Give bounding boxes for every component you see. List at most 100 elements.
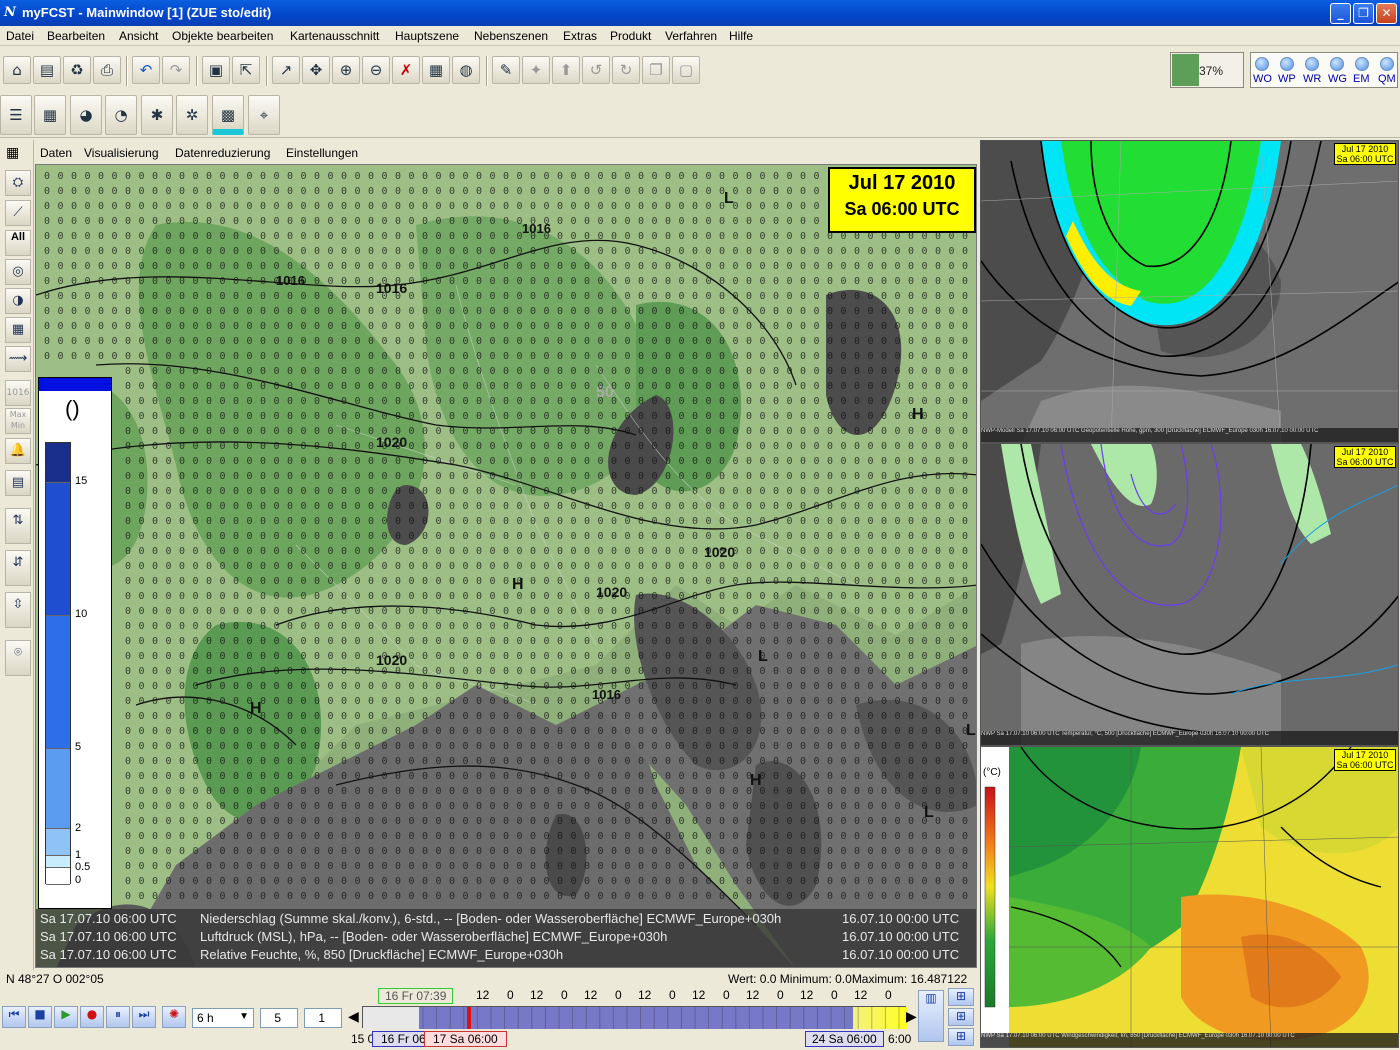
obs-field-icon[interactable]: ✱	[141, 95, 173, 135]
layout-3-icon[interactable]: ⊞	[948, 1028, 974, 1046]
layout-2-icon[interactable]: ⊞	[948, 1008, 974, 1026]
step-select[interactable]: 6 h ▼	[192, 1008, 254, 1028]
menu-nebenszenen[interactable]: Nebenszenen	[474, 29, 548, 43]
grid-point-value: 0	[193, 756, 199, 767]
first-frame-icon[interactable]: ⏮	[2, 1006, 26, 1028]
precip-field-icon[interactable]: ◕	[70, 95, 102, 135]
monitor-icon[interactable]: ▣	[202, 56, 230, 84]
recycle-icon[interactable]: ♻	[63, 56, 91, 84]
max-min-button[interactable]: Max Min	[5, 408, 31, 434]
copy-icon[interactable]: ❐	[642, 56, 670, 84]
menu-ansicht[interactable]: Ansicht	[119, 29, 158, 43]
submenu-daten[interactable]: Daten	[40, 146, 72, 160]
pause-icon[interactable]: ⏸	[106, 1006, 130, 1028]
open-icon[interactable]: ▤	[33, 56, 61, 84]
export-icon[interactable]: ⇱	[232, 56, 260, 84]
data-tool-icon[interactable]: ⛭	[5, 170, 31, 196]
menu-produkt[interactable]: Produkt	[610, 29, 651, 43]
undo-icon[interactable]: ↶	[132, 56, 160, 84]
menu-datei[interactable]: Datei	[6, 29, 34, 43]
menu-hilfe[interactable]: Hilfe	[729, 29, 753, 43]
locate-icon[interactable]: ⌾	[5, 640, 31, 676]
close-button[interactable]: ✕	[1376, 3, 1397, 24]
grid-point-value: 0	[152, 516, 158, 527]
indicator-wo-icon[interactable]	[1255, 57, 1269, 71]
active-field-icon[interactable]: ▩	[212, 95, 244, 135]
pan-icon[interactable]: ✥	[302, 56, 330, 84]
grid-point-value: 0	[193, 231, 199, 242]
pointer-icon[interactable]: ↗	[272, 56, 300, 84]
grid-point-value: 0	[125, 381, 131, 392]
indicator-em-icon[interactable]	[1355, 57, 1369, 71]
grid-point-value: 0	[490, 576, 496, 587]
grid-point-value: 0	[571, 651, 577, 662]
ruler-icon[interactable]: ⟋	[5, 200, 31, 226]
zoom-out-icon[interactable]: ⊖	[362, 56, 390, 84]
globe-km-icon[interactable]: ◍	[452, 56, 480, 84]
print-icon[interactable]: ⎙	[93, 56, 121, 84]
indicator-wg-icon[interactable]	[1330, 57, 1344, 71]
chart-icon[interactable]: ▤	[5, 470, 31, 496]
scroll-right-icon[interactable]: ▶	[906, 1008, 917, 1025]
stop-icon[interactable]: ■	[28, 1006, 52, 1028]
last-frame-icon[interactable]: ⏭	[132, 1006, 156, 1028]
zoom-in-icon[interactable]: ⊕	[332, 56, 360, 84]
spin-input-2[interactable]: 1	[304, 1008, 342, 1028]
record-icon[interactable]: ●	[80, 1006, 104, 1028]
maximize-button[interactable]: ❐	[1353, 3, 1374, 24]
no-zoom-icon[interactable]: ✗	[392, 56, 420, 84]
indicator-qm-icon[interactable]	[1380, 57, 1394, 71]
move-up-icon[interactable]: ⬆	[552, 56, 580, 84]
menu-objekte-bearbeiten[interactable]: Objekte bearbeiten	[172, 29, 273, 43]
menu-verfahren[interactable]: Verfahren	[665, 29, 717, 43]
map-section-icon[interactable]: ▦	[422, 56, 450, 84]
side-map-temperature[interactable]: Jul 17 2010 Sa 06:00 UTC NWP Sa 17.07.10…	[980, 443, 1399, 746]
main-map[interactable]: 1016 1016 1020 1020 1020 1020 1016 1016 50 L H H H L H…	[35, 164, 977, 968]
menu-kartenausschnitt[interactable]: Kartenausschnitt	[290, 29, 379, 43]
map-canvas[interactable]: 1016101610201020102010201016101650LHHHLH…	[36, 165, 977, 968]
wind-field-icon[interactable]: ✲	[176, 95, 208, 135]
grid-point-value: 0	[652, 261, 658, 272]
animation-icon[interactable]: ⇅	[5, 508, 31, 544]
menu-extras[interactable]: Extras	[563, 29, 597, 43]
rotate-right-icon[interactable]: ↻	[612, 56, 640, 84]
submenu-einstellungen[interactable]: Einstellungen	[286, 146, 358, 160]
home-icon[interactable]: ⌂	[3, 56, 31, 84]
settings-gear-icon[interactable]: ✺	[162, 1006, 186, 1028]
menu-bearbeiten[interactable]: Bearbeiten	[47, 29, 105, 43]
frame-list-icon[interactable]: ▥	[918, 990, 944, 1042]
grid-points-icon[interactable]: ▦	[5, 317, 31, 343]
indicator-wp-icon[interactable]	[1280, 57, 1294, 71]
wind-barb-icon[interactable]: ⟿	[5, 346, 31, 372]
rotate-left-icon[interactable]: ↺	[582, 56, 610, 84]
layers-icon[interactable]: ☰	[0, 95, 32, 135]
step-icon[interactable]: ⇵	[5, 550, 31, 586]
scroll-left-icon[interactable]: ◀	[348, 1008, 359, 1025]
menu-hauptszene[interactable]: Hauptszene	[395, 29, 459, 43]
minimize-button[interactable]: _	[1330, 3, 1351, 24]
all-button[interactable]: All	[5, 230, 31, 256]
contour-icon[interactable]: ◎	[5, 259, 31, 285]
grid-field-icon[interactable]: ▦	[34, 95, 66, 135]
bell-icon[interactable]: 🔔	[5, 438, 31, 464]
side-map-geopotential[interactable]: Jul 17 2010 Sa 06:00 UTC NWP-Modell Sa 1…	[980, 140, 1399, 443]
temp-field-icon[interactable]: ◔	[105, 95, 137, 135]
time-slider[interactable]	[362, 1006, 907, 1029]
select-icon[interactable]: ✦	[522, 56, 550, 84]
spin-input-1[interactable]: 5	[260, 1008, 298, 1028]
shade-icon[interactable]: ◑	[5, 288, 31, 314]
play-icon[interactable]: ▶	[54, 1006, 78, 1028]
redo-icon[interactable]: ↷	[162, 56, 190, 84]
indicator-wr-icon[interactable]	[1305, 57, 1319, 71]
grid-point-value: 0	[382, 246, 388, 257]
isobar-label-button[interactable]: 1016	[5, 380, 31, 406]
submenu-visualisierung[interactable]: Visualisierung	[84, 146, 159, 160]
level-icon[interactable]: ⇳	[5, 592, 31, 628]
paste-icon[interactable]: ▢	[672, 56, 700, 84]
crosshair-icon[interactable]: ⌖	[248, 95, 280, 135]
side-map-wind[interactable]: (°C) Jul 17 2010 Sa 06:00 UTC NWP Sa 17.…	[980, 746, 1399, 1048]
edit-pen-icon[interactable]: ✎	[492, 56, 520, 84]
submenu-datenreduzierung[interactable]: Datenreduzierung	[175, 146, 270, 160]
layout-1-icon[interactable]: ⊞	[948, 988, 974, 1006]
map-info-lines: Sa 17.07.10 06:00 UTC Niederschlag (Summ…	[36, 909, 976, 967]
